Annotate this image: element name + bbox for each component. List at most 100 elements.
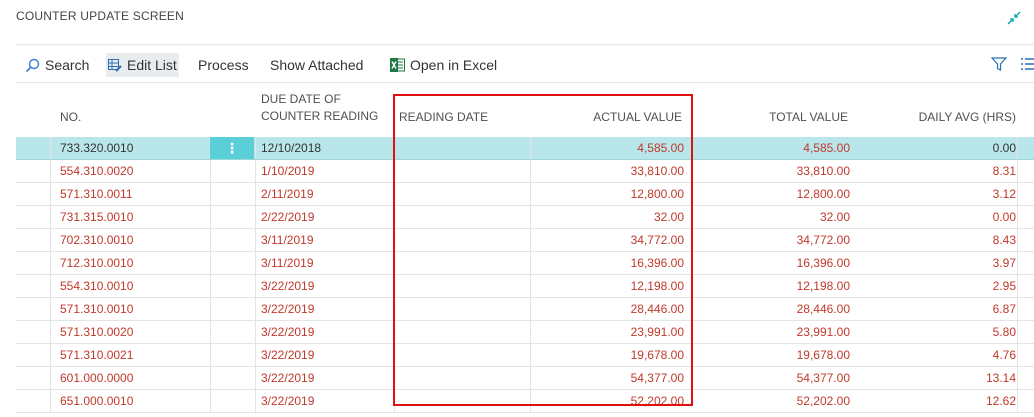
col-header-no[interactable]: NO. — [60, 109, 81, 126]
table-row[interactable]: 571.310.0021 3/22/2019 19,678.00 19,678.00 4… — [16, 344, 1034, 367]
show-attached-button[interactable]: Show Attached — [270, 53, 363, 77]
table-row[interactable]: 731.315.0010 2/22/2019 32.00 32.00 0.00 — [16, 206, 1034, 229]
col-header-total-value[interactable]: TOTAL VALUE — [696, 109, 848, 126]
search-button[interactable]: Search — [25, 53, 89, 77]
cell-no[interactable]: 733.320.0010 — [60, 137, 200, 159]
cell-actual-value[interactable]: 28,446.00 — [536, 298, 684, 320]
col-header-daily-avg[interactable]: DAILY AVG (HRS) — [856, 109, 1016, 126]
cell-no[interactable]: 571.310.0011 — [60, 183, 200, 205]
cell-total-value[interactable]: 33,810.00 — [696, 160, 850, 182]
process-button[interactable]: Process — [198, 53, 249, 77]
filter-icon[interactable] — [991, 57, 1007, 71]
table-row[interactable]: 733.320.0010 12/10/2018 4,585.00 4,585.00 0.… — [16, 137, 1034, 160]
open-in-excel-button[interactable]: Open in Excel — [390, 53, 497, 77]
cell-actual-value[interactable]: 34,772.00 — [536, 229, 684, 251]
cell-no[interactable]: 571.310.0010 — [60, 298, 200, 320]
cell-reading-date[interactable] — [399, 321, 519, 343]
cell-no[interactable]: 554.310.0010 — [60, 275, 200, 297]
cell-reading-date[interactable] — [399, 160, 519, 182]
cell-actual-value[interactable]: 16,396.00 — [536, 252, 684, 274]
cell-actual-value[interactable]: 32.00 — [536, 206, 684, 228]
cell-daily-avg[interactable]: 8.43 — [856, 229, 1016, 251]
cell-no[interactable]: 651.000.0010 — [60, 390, 200, 412]
cell-reading-date[interactable] — [399, 206, 519, 228]
cell-daily-avg[interactable]: 13.14 — [856, 367, 1016, 389]
cell-reading-date[interactable] — [399, 390, 519, 412]
table-row[interactable]: 571.310.0011 2/11/2019 12,800.00 12,800.00 3… — [16, 183, 1034, 206]
cell-total-value[interactable]: 52,202.00 — [696, 390, 850, 412]
cell-daily-avg[interactable]: 3.12 — [856, 183, 1016, 205]
col-header-actual-value[interactable]: ACTUAL VALUE — [536, 109, 682, 126]
cell-divider — [394, 344, 395, 366]
col-header-reading-date[interactable]: READING DATE — [399, 109, 488, 126]
cell-total-value[interactable]: 12,198.00 — [696, 275, 850, 297]
cell-due-date[interactable]: 3/22/2019 — [261, 344, 381, 366]
cell-due-date[interactable]: 12/10/2018 — [261, 137, 381, 159]
table-row[interactable]: 554.310.0020 1/10/2019 33,810.00 33,810.00 8… — [16, 160, 1034, 183]
cell-no[interactable]: 702.310.0010 — [60, 229, 200, 251]
collapse-icon[interactable] — [1006, 10, 1022, 26]
cell-no[interactable]: 601.000.0000 — [60, 367, 200, 389]
cell-no[interactable]: 712.310.0010 — [60, 252, 200, 274]
cell-actual-value[interactable]: 54,377.00 — [536, 367, 684, 389]
cell-due-date[interactable]: 3/11/2019 — [261, 252, 381, 274]
cell-total-value[interactable]: 54,377.00 — [696, 367, 850, 389]
col-header-due-date[interactable]: DUE DATE OF COUNTER READING — [261, 91, 378, 125]
cell-due-date[interactable]: 3/22/2019 — [261, 298, 381, 320]
cell-daily-avg[interactable]: 0.00 — [856, 206, 1016, 228]
cell-due-date[interactable]: 1/10/2019 — [261, 160, 381, 182]
list-view-icon[interactable] — [1021, 58, 1034, 70]
table-row[interactable]: 651.000.0010 3/22/2019 52,202.00 52,202.00 1… — [16, 390, 1034, 413]
cell-due-date[interactable]: 3/22/2019 — [261, 275, 381, 297]
cell-due-date[interactable]: 3/22/2019 — [261, 390, 381, 412]
cell-total-value[interactable]: 32.00 — [696, 206, 850, 228]
cell-actual-value[interactable]: 4,585.00 — [536, 137, 684, 159]
cell-actual-value[interactable]: 23,991.00 — [536, 321, 684, 343]
cell-no[interactable]: 571.310.0021 — [60, 344, 200, 366]
table-row[interactable]: 554.310.0010 3/22/2019 12,198.00 12,198.00 2… — [16, 275, 1034, 298]
cell-no[interactable]: 554.310.0020 — [60, 160, 200, 182]
cell-daily-avg[interactable]: 2.95 — [856, 275, 1016, 297]
cell-reading-date[interactable] — [399, 344, 519, 366]
cell-total-value[interactable]: 16,396.00 — [696, 252, 850, 274]
edit-list-button[interactable]: Edit List — [106, 53, 179, 77]
cell-daily-avg[interactable]: 3.97 — [856, 252, 1016, 274]
cell-total-value[interactable]: 12,800.00 — [696, 183, 850, 205]
cell-reading-date[interactable] — [399, 229, 519, 251]
cell-reading-date[interactable] — [399, 275, 519, 297]
cell-daily-avg[interactable]: 0.00 — [856, 137, 1016, 159]
cell-reading-date[interactable] — [399, 367, 519, 389]
cell-total-value[interactable]: 4,585.00 — [696, 137, 850, 159]
cell-total-value[interactable]: 23,991.00 — [696, 321, 850, 343]
cell-reading-date[interactable] — [399, 252, 519, 274]
cell-due-date[interactable]: 3/22/2019 — [261, 367, 381, 389]
table-row[interactable]: 571.310.0020 3/22/2019 23,991.00 23,991.00 5… — [16, 321, 1034, 344]
cell-total-value[interactable]: 34,772.00 — [696, 229, 850, 251]
cell-actual-value[interactable]: 12,198.00 — [536, 275, 684, 297]
cell-actual-value[interactable]: 19,678.00 — [536, 344, 684, 366]
cell-reading-date[interactable] — [399, 137, 519, 159]
cell-daily-avg[interactable]: 5.80 — [856, 321, 1016, 343]
cell-total-value[interactable]: 28,446.00 — [696, 298, 850, 320]
cell-due-date[interactable]: 2/11/2019 — [261, 183, 381, 205]
cell-due-date[interactable]: 2/22/2019 — [261, 206, 381, 228]
cell-reading-date[interactable] — [399, 298, 519, 320]
row-actions-menu-icon[interactable]: ⋮ — [210, 137, 254, 159]
cell-actual-value[interactable]: 33,810.00 — [536, 160, 684, 182]
cell-reading-date[interactable] — [399, 183, 519, 205]
cell-daily-avg[interactable]: 8.31 — [856, 160, 1016, 182]
cell-no[interactable]: 731.315.0010 — [60, 206, 200, 228]
cell-no[interactable]: 571.310.0020 — [60, 321, 200, 343]
cell-actual-value[interactable]: 12,800.00 — [536, 183, 684, 205]
cell-due-date[interactable]: 3/11/2019 — [261, 229, 381, 251]
cell-daily-avg[interactable]: 4.76 — [856, 344, 1016, 366]
table-row[interactable]: 601.000.0000 3/22/2019 54,377.00 54,377.00 1… — [16, 367, 1034, 390]
cell-total-value[interactable]: 19,678.00 — [696, 344, 850, 366]
cell-daily-avg[interactable]: 12.62 — [856, 390, 1016, 412]
cell-due-date[interactable]: 3/22/2019 — [261, 321, 381, 343]
cell-actual-value[interactable]: 52,202.00 — [536, 390, 684, 412]
table-row[interactable]: 712.310.0010 3/11/2019 16,396.00 16,396.00 3… — [16, 252, 1034, 275]
table-row[interactable]: 571.310.0010 3/22/2019 28,446.00 28,446.00 6… — [16, 298, 1034, 321]
table-row[interactable]: 702.310.0010 3/11/2019 34,772.00 34,772.00 8… — [16, 229, 1034, 252]
cell-daily-avg[interactable]: 6.87 — [856, 298, 1016, 320]
